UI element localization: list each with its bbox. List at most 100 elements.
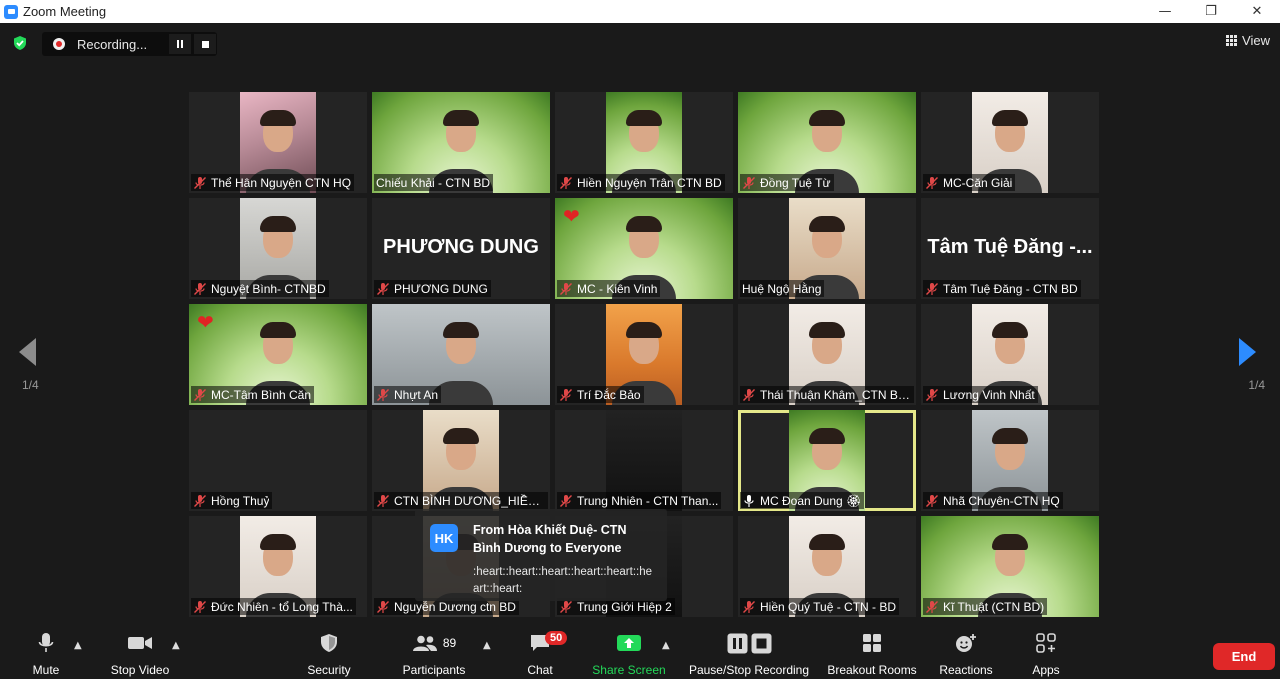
participant-tile[interactable]: CTN BÌNH DƯƠNG_HIỀN ... <box>372 410 550 511</box>
participant-face <box>809 322 845 365</box>
participant-tile[interactable]: Nhựt An <box>372 304 550 405</box>
participant-name-label: Hiền Nguyện Trân CTN BD <box>557 174 725 191</box>
chat-sender-avatar: HK <box>430 524 458 552</box>
audio-options-chevron-icon[interactable]: ▲ <box>74 640 82 651</box>
mic-muted-icon <box>193 600 207 614</box>
participant-tile[interactable]: Đức Nhiên - tổ Long Thà... <box>189 516 367 617</box>
participant-tile[interactable]: Tâm Tuệ Đăng -... Tâm Tuệ Đăng - CTN BD <box>921 198 1099 299</box>
participant-face <box>992 534 1028 577</box>
reactions-button[interactable]: Reactions <box>938 627 994 679</box>
participant-face <box>809 534 845 577</box>
zoom-logo-icon <box>4 4 18 19</box>
participants-button[interactable]: 89 Participants <box>398 627 470 679</box>
reactions-label: Reactions <box>939 663 993 677</box>
stop-video-label: Stop Video <box>110 663 170 677</box>
participant-name: Huệ Ngộ Hằng <box>742 281 822 296</box>
mic-muted-icon <box>376 388 390 402</box>
participant-name: Kĩ Thuật (CTN BD) <box>943 599 1045 614</box>
participant-name-label: Hiền Quý Tuệ - CTN - BD <box>740 598 900 615</box>
heart-reaction-icon: ❤ <box>563 204 580 228</box>
participant-display-name: Tâm Tuệ Đăng -... <box>927 236 1093 258</box>
mic-muted-icon <box>925 600 939 614</box>
apps-button[interactable]: Apps <box>1026 627 1066 679</box>
security-button[interactable]: Security <box>302 627 356 679</box>
participant-name-label: Thể Hân Nguyện CTN HQ <box>191 174 355 191</box>
view-button[interactable]: View <box>1226 33 1270 48</box>
heart-reaction-icon: ❤ <box>197 310 214 334</box>
breakout-rooms-button[interactable]: Breakout Rooms <box>826 627 918 679</box>
recording-dot-icon <box>53 38 65 50</box>
participant-face <box>626 216 662 259</box>
participant-tile[interactable]: Huệ Ngộ Hằng <box>738 198 916 299</box>
participant-tile[interactable]: MC-Căn Giải <box>921 92 1099 193</box>
meeting-toolbar: Mute ▲ Stop Video ▲ Security 89 Particip… <box>0 627 1280 679</box>
participant-name: Chiếu Khải - CTN BD <box>376 175 491 190</box>
encryption-shield-icon[interactable] <box>12 35 28 51</box>
mute-button[interactable]: Mute <box>26 627 66 679</box>
participant-name-label: Nhựt An <box>374 386 442 403</box>
close-icon[interactable]: ✕ <box>1234 0 1280 23</box>
participant-tile[interactable]: Trung Nhiên - CTN Than... <box>555 410 733 511</box>
participant-name: MC - Kiên Vinh <box>577 281 658 296</box>
share-screen-button[interactable]: Share Screen <box>592 627 666 679</box>
participant-tile[interactable]: Hồng Thuỷ <box>189 410 367 511</box>
minimize-icon[interactable]: — <box>1142 0 1188 23</box>
participant-name-label: Nguyệt Bình- CTNBD <box>191 280 329 297</box>
participant-tile[interactable]: PHƯƠNG DUNG PHƯƠNG DUNG <box>372 198 550 299</box>
gallery-view-icon <box>1226 35 1238 46</box>
pause-stop-recording-button[interactable]: Pause/Stop Recording <box>686 627 812 679</box>
participant-tile[interactable]: Nhã Chuyên-CTN HQ <box>921 410 1099 511</box>
participant-name-label: Kĩ Thuật (CTN BD) <box>923 598 1048 615</box>
security-shield-icon <box>321 634 337 652</box>
participant-name: Trung Giới Hiệp 2 <box>577 599 672 614</box>
chat-notification[interactable]: HK From Hòa Khiết Duệ- CTN Bình Dương to… <box>415 509 667 601</box>
participant-tile[interactable]: Thể Hân Nguyện CTN HQ <box>189 92 367 193</box>
pause-stop-recording-label: Pause/Stop Recording <box>688 663 810 677</box>
participant-name: MC-Căn Giải <box>943 175 1013 190</box>
mic-muted-icon <box>925 176 939 190</box>
participant-tile[interactable]: Kĩ Thuật (CTN BD) <box>921 516 1099 617</box>
participant-tile[interactable]: Hiền Nguyện Trân CTN BD <box>555 92 733 193</box>
chat-label: Chat <box>527 663 553 677</box>
participant-tile[interactable]: Thái Thuận Khâm_CTN Bì... <box>738 304 916 405</box>
participant-name: Nguyệt Bình- CTNBD <box>211 281 326 296</box>
participants-options-chevron-icon[interactable]: ▲ <box>483 640 491 651</box>
share-screen-icon <box>617 635 641 651</box>
participant-name: Thái Thuận Khâm_CTN Bì... <box>760 387 911 402</box>
video-options-chevron-icon[interactable]: ▲ <box>172 640 180 651</box>
participant-face <box>992 110 1028 153</box>
participant-name: Đồng Tuệ Từ <box>760 175 831 190</box>
chat-message-text: :heart::heart::heart::heart::heart::hear… <box>473 566 652 595</box>
participant-tile[interactable]: Trí Đắc Bảo <box>555 304 733 405</box>
mic-muted-icon <box>925 282 939 296</box>
participant-tile[interactable]: Đồng Tuệ Từ <box>738 92 916 193</box>
participant-tile[interactable]: Nguyệt Bình- CTNBD <box>189 198 367 299</box>
share-options-chevron-icon[interactable]: ▲ <box>662 640 670 651</box>
participant-tile[interactable]: Hiền Quý Tuệ - CTN - BD <box>738 516 916 617</box>
mic-muted-icon <box>193 388 207 402</box>
pause-recording-button[interactable] <box>169 34 191 54</box>
next-page-arrow-icon[interactable] <box>1239 338 1256 366</box>
participant-tile[interactable]: Chiếu Khải - CTN BD <box>372 92 550 193</box>
stop-video-button[interactable]: Stop Video <box>104 627 176 679</box>
participant-name-label: Đồng Tuệ Từ <box>740 174 834 191</box>
mic-muted-icon <box>193 176 207 190</box>
mic-muted-icon <box>925 494 939 508</box>
participant-name: MC Đoan Dung 🏵 <box>760 493 862 508</box>
end-meeting-button[interactable]: End <box>1213 643 1275 670</box>
stop-recording-button[interactable] <box>194 34 216 54</box>
restore-icon[interactable]: ❐ <box>1188 0 1234 23</box>
participant-face <box>809 216 845 259</box>
apps-icon <box>1036 633 1056 653</box>
participant-name-label: MC-Tâm Bình Căn <box>191 386 315 403</box>
participant-name-label: MC-Căn Giải <box>923 174 1016 191</box>
participant-tile[interactable]: MC Đoan Dung 🏵 <box>738 410 916 511</box>
participant-face <box>992 428 1028 471</box>
participant-tile[interactable]: ❤ MC - Kiên Vinh <box>555 198 733 299</box>
participant-tile[interactable]: ❤ MC-Tâm Bình Căn <box>189 304 367 405</box>
recording-label: Recording... <box>77 36 148 52</box>
participant-tile[interactable]: Lương Vinh Nhất <box>921 304 1099 405</box>
participant-face <box>443 322 479 365</box>
recording-indicator: Recording... <box>42 32 217 56</box>
previous-page-arrow-icon[interactable] <box>19 338 36 366</box>
